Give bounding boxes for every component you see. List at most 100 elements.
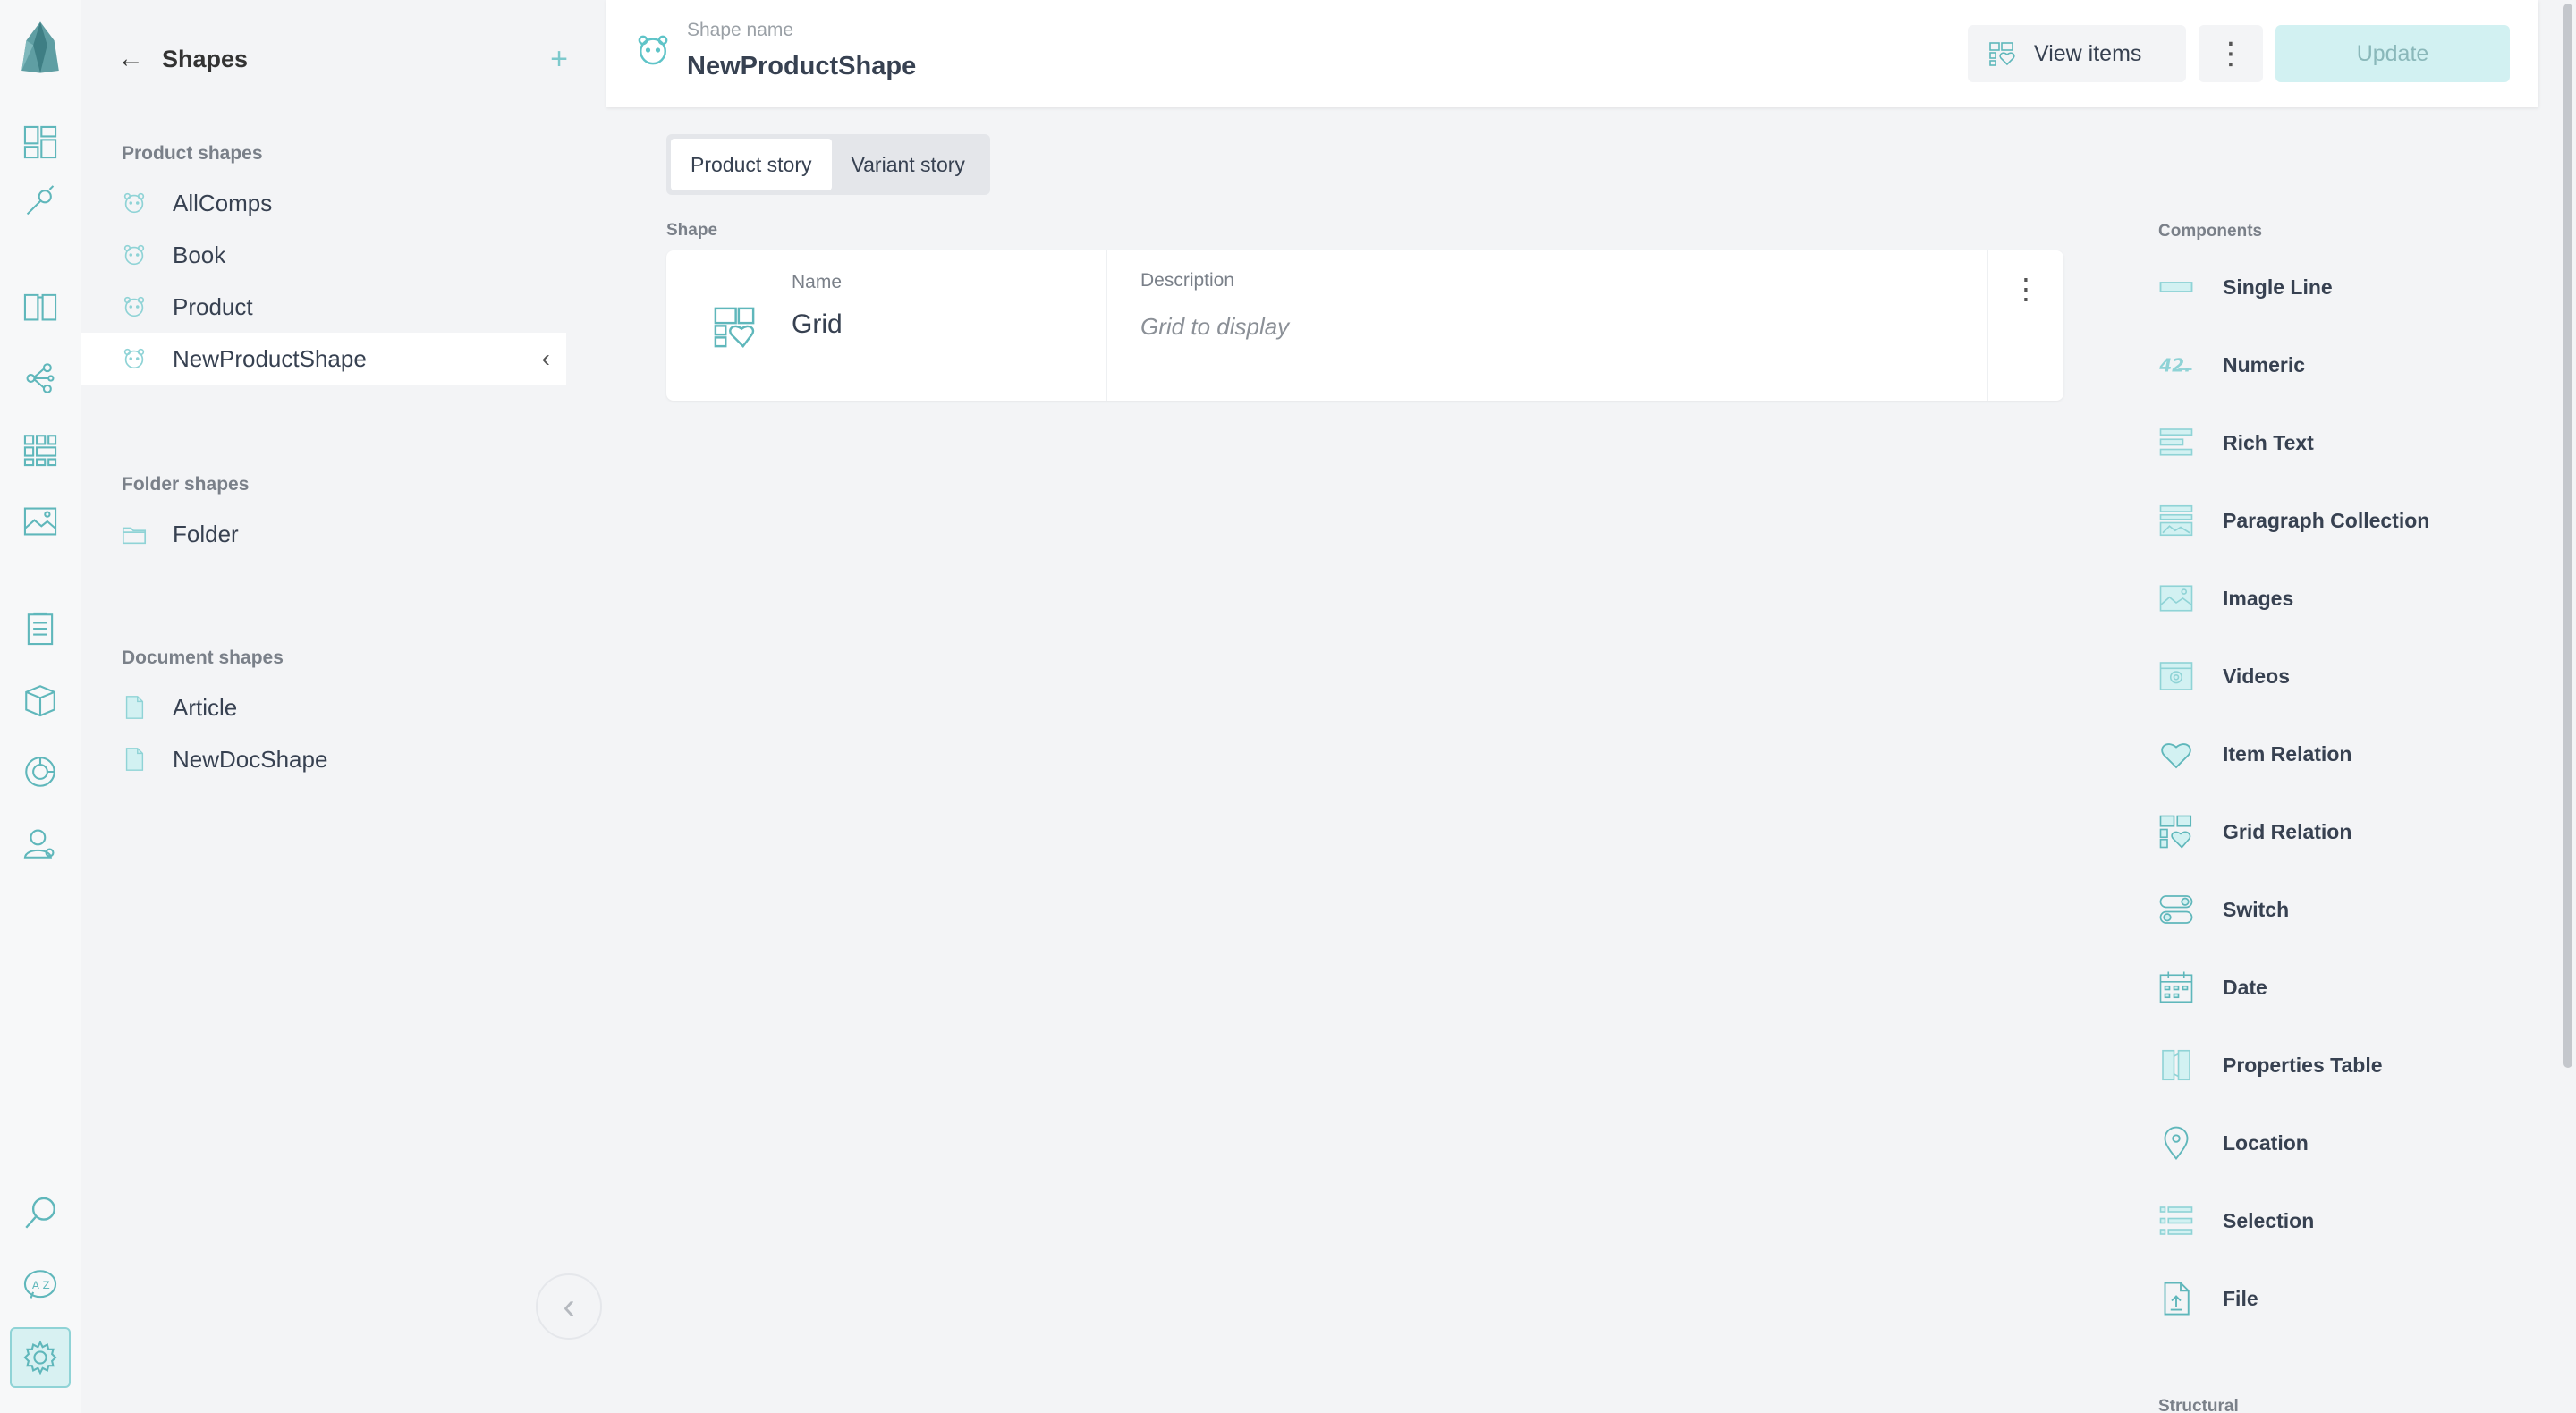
images-icon xyxy=(2159,585,2193,612)
description-input[interactable]: Grid to display xyxy=(1140,313,1289,341)
component-file[interactable]: File xyxy=(2158,1276,2258,1321)
component-properties-table[interactable]: Properties Table xyxy=(2158,1043,2383,1087)
component-label: Videos xyxy=(2223,664,2290,688)
product-shape-icon xyxy=(123,296,145,317)
shape-item-label: Book xyxy=(173,241,226,268)
component-label: Grid Relation xyxy=(2223,819,2352,843)
media-icon[interactable] xyxy=(16,497,64,546)
product-shape-icon xyxy=(123,244,145,266)
location-pin-icon xyxy=(2164,1126,2189,1161)
shape-item-label: NewDocShape xyxy=(173,745,328,773)
icon-rail: A Z xyxy=(0,0,81,1413)
shape-section-label: Shape xyxy=(666,221,718,240)
orders-icon[interactable] xyxy=(16,605,64,653)
search-icon[interactable] xyxy=(16,1189,64,1238)
shape-item-folder[interactable]: Folder xyxy=(81,508,566,560)
shape-header: Shape name NewProductShape View items ⋮ … xyxy=(606,0,2538,107)
crystallize-logo-icon[interactable] xyxy=(13,14,68,80)
more-vertical-icon: ⋮ xyxy=(2216,37,2246,71)
component-card: Name Grid Description Grid to display ⋮ xyxy=(666,250,2063,401)
component-label: Location xyxy=(2223,1130,2309,1155)
view-items-label: View items xyxy=(2034,40,2142,66)
back-arrow-icon[interactable]: ← xyxy=(117,44,162,74)
component-name-label: Name xyxy=(792,272,843,292)
component-videos[interactable]: Videos xyxy=(2158,654,2290,698)
story-tabs: Product story Variant story xyxy=(666,134,990,195)
folder-icon xyxy=(122,527,147,545)
shape-item-label: Product xyxy=(173,292,253,320)
sidebar-title: Shapes xyxy=(162,45,249,72)
analytics-icon[interactable] xyxy=(16,748,64,796)
pin-icon[interactable] xyxy=(16,177,64,225)
shape-item-article[interactable]: Article xyxy=(81,681,566,733)
file-upload-icon xyxy=(2164,1282,2190,1316)
videos-icon xyxy=(2159,662,2193,690)
component-date[interactable]: Date xyxy=(2158,965,2267,1010)
grid-relation-icon xyxy=(714,307,755,348)
tab-variant-story[interactable]: Variant story xyxy=(832,139,985,190)
shape-item-newproductshape[interactable]: NewProductShape ‹ xyxy=(81,333,566,385)
component-label: File xyxy=(2223,1286,2258,1310)
shape-item-product[interactable]: Product xyxy=(81,281,566,333)
shape-name-label: Shape name xyxy=(687,20,794,40)
chevron-left-icon: ‹ xyxy=(563,1286,575,1326)
sidebar-header: ← Shapes + xyxy=(117,39,568,79)
dashboard-icon[interactable] xyxy=(16,118,64,166)
component-selection[interactable]: Selection xyxy=(2158,1198,2314,1243)
tab-product-story[interactable]: Product story xyxy=(671,139,832,190)
component-paragraph-collection[interactable]: Paragraph Collection xyxy=(2158,498,2429,543)
more-options-button[interactable]: ⋮ xyxy=(2199,25,2263,82)
rich-text-icon xyxy=(2159,428,2193,456)
component-item-relation[interactable]: Item Relation xyxy=(2158,732,2351,776)
collapse-sidebar-button[interactable]: ‹ xyxy=(536,1273,602,1340)
settings-gear-icon[interactable] xyxy=(10,1327,71,1388)
catalogue-icon[interactable] xyxy=(16,283,64,331)
shape-item-label: Article xyxy=(173,693,238,721)
products-box-icon[interactable] xyxy=(16,676,64,724)
component-label: Properties Table xyxy=(2223,1053,2383,1077)
scrollbar-thumb[interactable] xyxy=(2563,4,2572,1068)
divider xyxy=(1987,250,1988,401)
users-icon[interactable] xyxy=(16,819,64,867)
shapes-sidebar: ← Shapes + Product shapes AllComps Book … xyxy=(81,0,604,1413)
component-label: Numeric xyxy=(2223,352,2306,377)
component-label: Switch xyxy=(2223,897,2290,921)
shape-name-value[interactable]: NewProductShape xyxy=(687,52,916,81)
shape-item-label: NewProductShape xyxy=(173,344,367,372)
structural-heading: Structural xyxy=(2158,1397,2239,1413)
component-grid-relation[interactable]: Grid Relation xyxy=(2158,809,2351,854)
update-button[interactable]: Update xyxy=(2275,25,2510,82)
group-label-folder: Folder shapes xyxy=(122,474,250,495)
document-icon xyxy=(125,748,144,771)
component-name-input[interactable]: Grid xyxy=(792,309,843,340)
add-shape-icon[interactable]: + xyxy=(550,42,568,77)
scrollbar[interactable] xyxy=(2558,0,2576,1413)
component-label: Selection xyxy=(2223,1208,2315,1232)
shape-item-newdocshape[interactable]: NewDocShape xyxy=(81,733,566,785)
components-heading: Components xyxy=(2158,222,2263,241)
topics-icon[interactable] xyxy=(16,354,64,402)
shape-item-allcomps[interactable]: AllComps xyxy=(81,177,566,229)
product-shape-icon xyxy=(123,348,145,369)
shape-item-label: Folder xyxy=(173,520,239,547)
component-rich-text[interactable]: Rich Text xyxy=(2158,420,2314,465)
group-label-product: Product shapes xyxy=(122,143,263,164)
component-switch[interactable]: Switch xyxy=(2158,887,2289,932)
single-line-icon xyxy=(2159,282,2193,292)
component-location[interactable]: Location xyxy=(2158,1121,2309,1165)
document-icon xyxy=(125,696,144,719)
component-numeric[interactable]: 42. Numeric xyxy=(2158,343,2305,387)
component-images[interactable]: Images xyxy=(2158,576,2293,621)
shape-item-book[interactable]: Book xyxy=(81,229,566,281)
component-options-icon[interactable]: ⋮ xyxy=(2008,272,2044,308)
product-shape-icon xyxy=(123,192,145,214)
component-single-line[interactable]: Single Line xyxy=(2158,265,2333,309)
component-label: Item Relation xyxy=(2223,741,2352,766)
grids-icon[interactable] xyxy=(16,426,64,474)
group-label-document: Document shapes xyxy=(122,647,284,668)
view-items-button[interactable]: View items xyxy=(1968,25,2186,82)
product-shape-icon xyxy=(638,35,668,65)
calendar-icon xyxy=(2159,971,2193,1003)
language-icon[interactable]: A Z xyxy=(16,1261,64,1309)
grid-relation-icon xyxy=(2159,815,2192,849)
